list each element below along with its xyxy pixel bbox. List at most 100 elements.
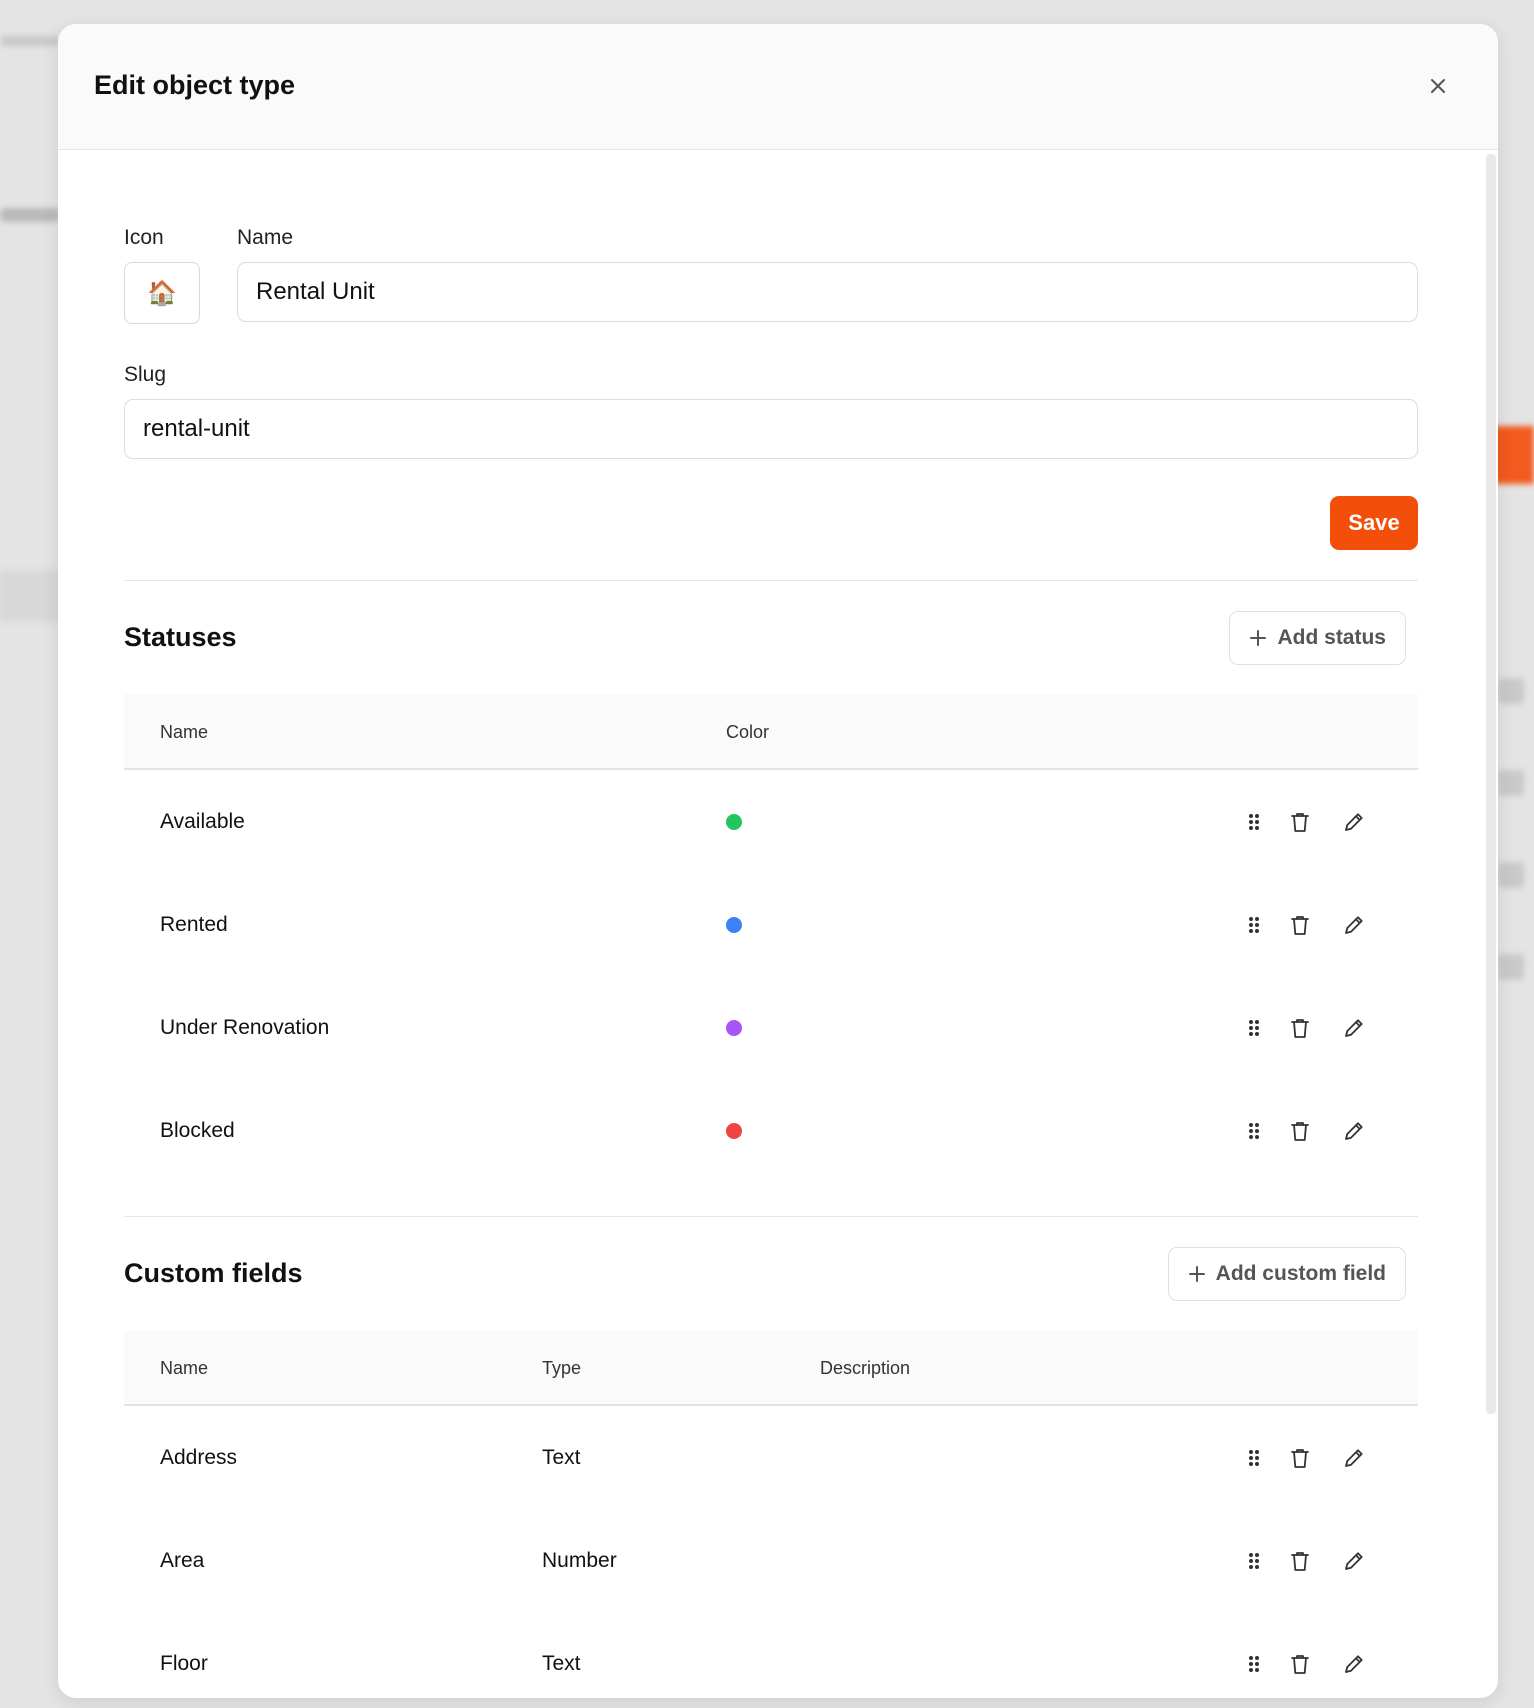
custom-field-row: Floor Text (124, 1612, 1418, 1698)
field-type: Number (542, 1548, 617, 1572)
status-edit-button[interactable] (1342, 913, 1366, 937)
field-name: Area (160, 1548, 205, 1572)
status-edit-button[interactable] (1342, 1016, 1366, 1040)
plus-icon (1188, 1266, 1205, 1282)
pencil-icon (1343, 811, 1365, 833)
status-row: Blocked (124, 1079, 1418, 1182)
field-delete-button[interactable] (1288, 1652, 1312, 1676)
custom-fields-table: Name Type Description Address Text Area Num… (124, 1330, 1418, 1698)
drag-handle-icon (1247, 1654, 1261, 1674)
status-color-cell (726, 813, 742, 830)
trash-icon (1290, 1653, 1310, 1675)
pencil-icon (1343, 1447, 1365, 1469)
status-drag-handle[interactable] (1242, 1016, 1266, 1040)
field-name: Floor (160, 1651, 208, 1675)
add-custom-field-label: Add custom field (1215, 1262, 1386, 1285)
field-drag-handle[interactable] (1242, 1446, 1266, 1470)
statuses-title: Statuses (124, 622, 237, 652)
status-color-dot (726, 1019, 742, 1036)
field-edit-button[interactable] (1342, 1446, 1366, 1470)
drag-handle-icon (1247, 1551, 1261, 1571)
status-row: Rented (124, 873, 1418, 976)
trash-icon (1290, 1120, 1310, 1142)
status-name: Available (160, 809, 245, 833)
status-delete-button[interactable] (1288, 913, 1312, 937)
plus-icon (1250, 630, 1267, 646)
background-subtitle (0, 208, 60, 222)
row-actions (1242, 1016, 1366, 1040)
name-input[interactable]: Rental Unit (237, 262, 1418, 322)
section-divider (124, 580, 1418, 581)
status-color-cell (726, 916, 742, 933)
column-header-type: Type (542, 1358, 582, 1378)
status-name: Under Renovation (160, 1015, 330, 1039)
field-edit-button[interactable] (1342, 1652, 1366, 1676)
pencil-icon (1343, 914, 1365, 936)
status-color-cell (726, 1019, 742, 1036)
status-delete-button[interactable] (1288, 1119, 1312, 1143)
column-header-name: Name (160, 722, 209, 742)
field-delete-button[interactable] (1288, 1446, 1312, 1470)
status-drag-handle[interactable] (1242, 1119, 1266, 1143)
background-edit-icon (1498, 954, 1524, 980)
background-edit-icon (1498, 770, 1524, 796)
add-custom-field-button[interactable]: Add custom field (1167, 1247, 1406, 1301)
slug-label: Slug (124, 363, 167, 386)
row-actions (1242, 913, 1366, 937)
field-edit-button[interactable] (1342, 1549, 1366, 1573)
drag-handle-icon (1247, 1121, 1261, 1141)
field-drag-handle[interactable] (1242, 1652, 1266, 1676)
pencil-icon (1343, 1017, 1365, 1039)
status-row: Under Renovation (124, 976, 1418, 1079)
add-status-button[interactable]: Add status (1229, 611, 1406, 665)
custom-field-row: Address Text (124, 1406, 1418, 1509)
status-drag-handle[interactable] (1242, 810, 1266, 834)
statuses-table-header: Name Color (124, 694, 1418, 770)
field-delete-button[interactable] (1288, 1549, 1312, 1573)
row-actions (1242, 810, 1366, 834)
slug-input[interactable]: rental-unit (124, 399, 1418, 459)
drag-handle-icon (1247, 915, 1261, 935)
modal-title: Edit object type (94, 70, 296, 100)
column-header-color: Color (726, 722, 770, 742)
icon-label: Icon (124, 226, 164, 249)
close-button[interactable] (1424, 72, 1452, 100)
name-label: Name (237, 226, 294, 249)
drag-handle-icon (1247, 1018, 1261, 1038)
custom-fields-table-header: Name Type Description (124, 1330, 1418, 1406)
drag-handle-icon (1247, 1448, 1261, 1468)
trash-icon (1290, 1017, 1310, 1039)
field-type: Text (542, 1651, 581, 1675)
status-edit-button[interactable] (1342, 810, 1366, 834)
field-drag-handle[interactable] (1242, 1549, 1266, 1573)
status-name: Blocked (160, 1118, 235, 1142)
drag-handle-icon (1247, 812, 1261, 832)
status-edit-button[interactable] (1342, 1119, 1366, 1143)
field-name: Address (160, 1445, 238, 1469)
trash-icon (1290, 1447, 1310, 1469)
background-topbar (0, 36, 60, 46)
trash-icon (1290, 1550, 1310, 1572)
column-header-name: Name (160, 1358, 209, 1378)
row-actions (1242, 1549, 1366, 1573)
save-button[interactable]: Save (1330, 496, 1418, 550)
trash-icon (1290, 914, 1310, 936)
background-edit-icon (1498, 862, 1524, 888)
edit-object-type-modal: Edit object type Icon Name 🏠 Rental Unit… (58, 24, 1498, 1698)
status-delete-button[interactable] (1288, 810, 1312, 834)
pencil-icon (1343, 1120, 1365, 1142)
custom-fields-title: Custom fields (124, 1258, 303, 1288)
status-color-dot (726, 813, 742, 830)
status-delete-button[interactable] (1288, 1016, 1312, 1040)
icon-picker-button[interactable]: 🏠 (124, 262, 200, 324)
house-icon: 🏠 (147, 279, 177, 307)
row-actions (1242, 1446, 1366, 1470)
modal-scrollbar[interactable] (1486, 154, 1496, 1414)
row-actions (1242, 1652, 1366, 1676)
status-row: Available (124, 770, 1418, 873)
status-drag-handle[interactable] (1242, 913, 1266, 937)
status-color-dot (726, 1122, 742, 1139)
background-edit-icon (1498, 678, 1524, 704)
custom-field-row: Area Number (124, 1509, 1418, 1612)
trash-icon (1290, 811, 1310, 833)
